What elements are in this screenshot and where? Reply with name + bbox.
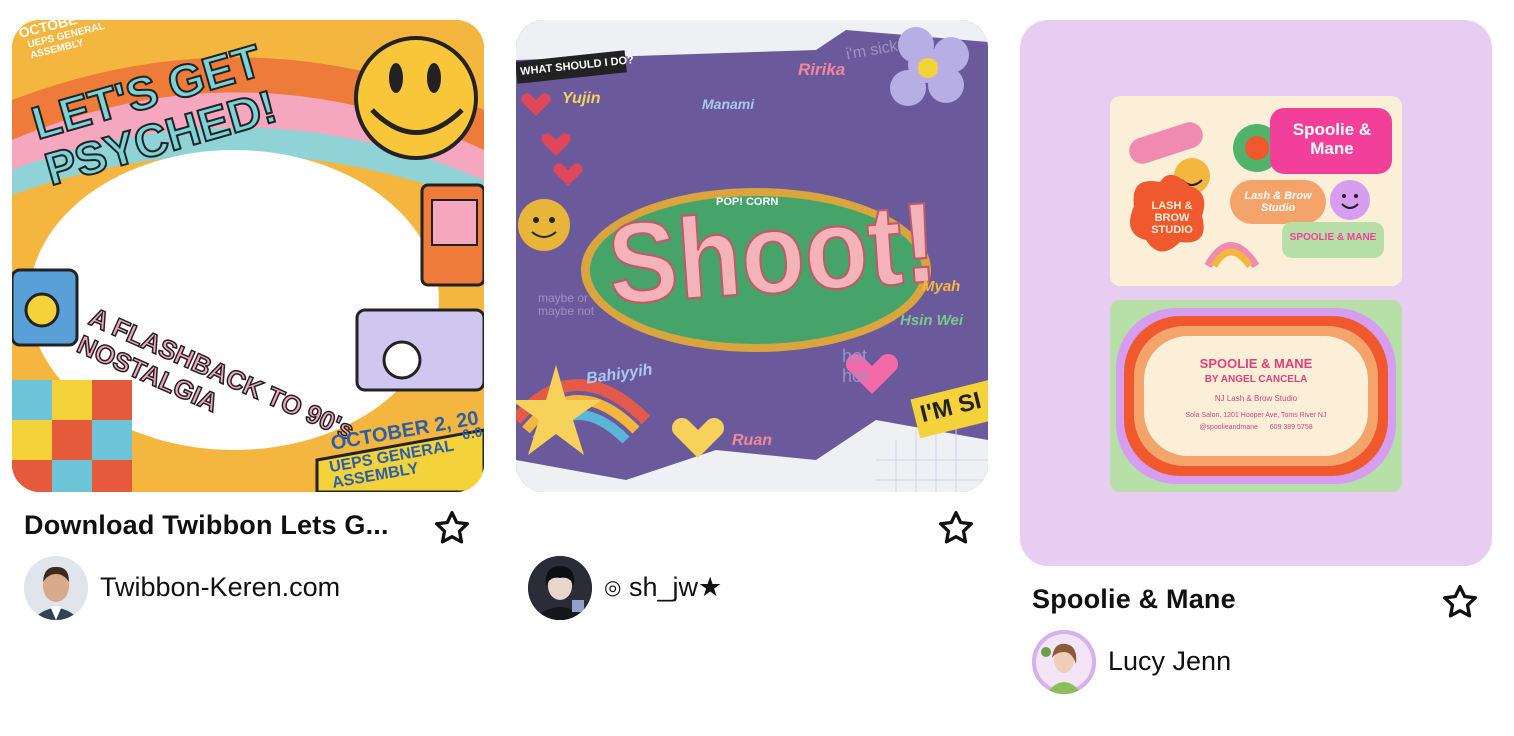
pin-image-twibbon[interactable]: OCTOBE UEPS GENERAL ASSEMBLY LET'S GET P…: [12, 20, 484, 492]
person-avatar-icon: [528, 556, 592, 620]
pin-image-shoot[interactable]: WHAT SHOULD I DO? i'm sick POP! CORN Sho…: [516, 20, 988, 492]
back-contact: @spoolieandmane 609 389 5758: [1110, 424, 1402, 431]
avatar[interactable]: [24, 556, 88, 620]
author-handle: sh_jw★: [628, 572, 723, 602]
shoot-name-yujin: Yujin: [562, 90, 601, 107]
pin-title[interactable]: Spoolie & Mane: [1032, 584, 1236, 615]
front-studio: LASH & BROW STUDIO: [1151, 200, 1193, 236]
back-address: Sola Salon, 1201 Hooper Ave, Toms River …: [1185, 412, 1327, 419]
favorite-star-icon[interactable]: [432, 508, 472, 548]
pin-title[interactable]: Download Twibbon Lets G...: [24, 510, 389, 541]
author-name[interactable]: Lucy Jenn: [1108, 646, 1231, 677]
shoot-name-hsinwei: Hsin Wei: [900, 312, 964, 329]
business-card-back: SPOOLIE & MANE BY ANGEL CANCELA NJ Lash …: [1110, 300, 1402, 492]
shoot-scribble-right: hot hot: [842, 346, 868, 386]
instagram-handle: @spoolieandmane: [1199, 424, 1258, 431]
shoot-name-myah: Myah: [922, 278, 961, 295]
back-by: BY ANGEL CANCELA: [1204, 374, 1308, 385]
business-card-front: Spoolie & Mane LASH & BROW STUDIO Lash &…: [1110, 96, 1402, 286]
back-studio: NJ Lash & Brow Studio: [1214, 394, 1298, 403]
shoot-scribble-left: maybe or maybe not: [538, 291, 595, 318]
back-name: SPOOLIE & MANE: [1199, 356, 1313, 371]
shoot-name-ruan: Ruan: [732, 432, 772, 449]
person-avatar-icon: [1032, 630, 1096, 694]
shoot-name-manami: Manami: [702, 96, 755, 112]
favorite-star-icon[interactable]: [1440, 582, 1480, 622]
pin-image-spoolie[interactable]: Spoolie & Mane LASH & BROW STUDIO Lash &…: [1020, 20, 1492, 566]
shoot-name-ririka: Ririka: [798, 60, 846, 79]
author-name[interactable]: Twibbon-Keren.com: [100, 572, 340, 603]
phone-number: 609 389 5758: [1269, 424, 1313, 431]
front-script: Lash & Brow Studio: [1244, 190, 1312, 214]
front-tag: SPOOLIE & MANE: [1289, 232, 1377, 243]
author-name[interactable]: ◎ sh_jw★: [604, 572, 722, 603]
shoot-main-word: Shoot!: [603, 178, 942, 330]
favorite-star-icon[interactable]: [936, 508, 976, 548]
person-avatar-icon: [24, 556, 88, 620]
avatar[interactable]: [528, 556, 592, 620]
front-brand: Spoolie & Mane: [1292, 120, 1372, 158]
spiral-icon: ◎: [604, 577, 622, 599]
avatar[interactable]: [1032, 630, 1096, 694]
